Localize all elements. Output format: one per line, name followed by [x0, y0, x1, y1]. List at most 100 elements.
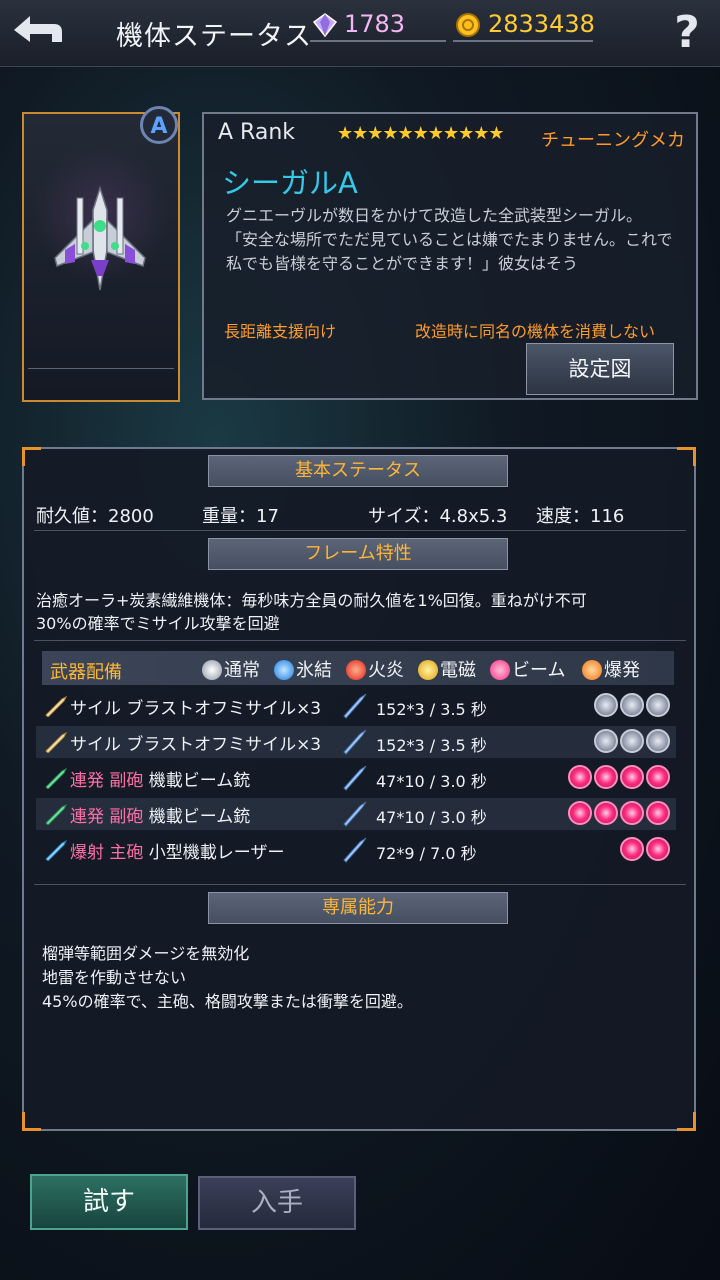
- card-divider: [28, 368, 174, 369]
- weapon-name: サイル ブラストオフミサイル×3: [70, 699, 322, 719]
- legend-ice: 氷結: [274, 656, 332, 682]
- frame-trait-line-2: 30%の確率でミサイル攻撃を回避: [36, 614, 280, 633]
- weapon-damage: 152*3 / 3.5 秒: [376, 736, 487, 755]
- beam-slot-icon: [568, 801, 592, 825]
- coin-count: 2833438: [488, 10, 595, 38]
- corner-br: [677, 1112, 696, 1131]
- missile-icon: [45, 695, 68, 717]
- beam-slot-icon: [620, 837, 644, 861]
- weapon-category: 爆射 主砲: [70, 843, 144, 863]
- weapon-slots: [618, 837, 670, 863]
- legend-explosive: 爆発: [582, 656, 640, 682]
- attack-icon: [343, 729, 367, 755]
- beam-slot-icon: [646, 765, 670, 789]
- attack-icon: [343, 693, 367, 719]
- legend-electro: 電磁: [418, 656, 476, 682]
- normal-type-icon: [202, 660, 222, 680]
- legend-label: ビーム: [512, 660, 566, 681]
- help-button[interactable]: ?: [664, 10, 710, 56]
- weapon-category: 連発 副砲: [70, 807, 144, 827]
- weapon-damage: 47*10 / 3.0 秒: [376, 772, 487, 791]
- blueprint-button[interactable]: 設定図: [526, 343, 674, 395]
- weapon-slots: [592, 693, 670, 719]
- attack-icon: [343, 765, 367, 791]
- rank-badge: A: [140, 106, 178, 144]
- upgrade-note-tag: 改造時に同名の機体を消費しない: [415, 322, 656, 341]
- weapon-row[interactable]: 連発 副砲 機載ビーム銃 47*10 / 3.0 秒: [36, 798, 676, 830]
- beam-type-icon: [490, 660, 510, 680]
- legend-label: 氷結: [296, 660, 332, 681]
- weapon-title: 小型機載レーザー: [143, 843, 285, 863]
- fire-type-icon: [346, 660, 366, 680]
- exclusive-line-1: 榴弾等範囲ダメージを無効化: [42, 944, 250, 963]
- weapon-damage: 47*10 / 3.0 秒: [376, 808, 487, 827]
- back-arrow-icon[interactable]: [6, 8, 66, 52]
- legend-label: 火炎: [368, 660, 404, 681]
- weapon-name: サイル ブラストオフミサイル×3: [70, 735, 322, 755]
- legend-normal: 通常: [202, 656, 260, 682]
- legend-fire: 火炎: [346, 656, 404, 682]
- weapon-damage: 152*3 / 3.5 秒: [376, 700, 487, 719]
- normal-slot-icon: [620, 729, 644, 753]
- corner-bl: [22, 1112, 41, 1131]
- weapon-row[interactable]: サイル ブラストオフミサイル×3 152*3 / 3.5 秒: [36, 690, 676, 722]
- divider: [34, 530, 686, 531]
- weapon-name: 連発 副砲 機載ビーム銃: [70, 802, 250, 827]
- basic-status-header: 基本ステータス: [208, 455, 508, 487]
- frame-trait-line-1: 治癒オーラ+炭素繊維機体：毎秒味方全員の耐久値を1%回復。重ねがけ不可: [36, 591, 587, 610]
- beam-slot-icon: [594, 801, 618, 825]
- unit-name: シーガルA: [222, 166, 358, 200]
- acquire-button[interactable]: 入手: [198, 1176, 356, 1230]
- try-button[interactable]: 試す: [30, 1174, 188, 1230]
- beam-slot-icon: [568, 765, 592, 789]
- explosive-type-icon: [582, 660, 602, 680]
- divider: [34, 884, 686, 885]
- beam-slot-icon: [646, 801, 670, 825]
- back-button[interactable]: [6, 8, 66, 52]
- rank-label: A Rank: [218, 120, 296, 145]
- corner-tr: [677, 447, 696, 466]
- legend-beam: ビーム: [490, 656, 565, 682]
- weapon-slots: [566, 801, 670, 827]
- tuning-label: チューニングメカ: [541, 130, 685, 151]
- corner-tl: [22, 447, 41, 466]
- normal-slot-icon: [646, 693, 670, 717]
- ice-type-icon: [274, 660, 294, 680]
- coin-underline: [453, 40, 593, 42]
- coin-icon: [455, 12, 481, 38]
- divider: [34, 640, 686, 641]
- weapon-row[interactable]: 爆射 主砲 小型機載レーザー 72*9 / 7.0 秒: [36, 834, 676, 866]
- attack-icon: [343, 837, 367, 863]
- unit-description: グニエーヴルが数日をかけて改造した全武装型シーガル。 「安全な場所でただ見ている…: [226, 206, 673, 273]
- laser-icon: [45, 839, 68, 861]
- page-title: 機体ステータス: [116, 21, 312, 52]
- weapon-title: 機載ビーム銃: [143, 807, 251, 827]
- beam-slot-icon: [646, 837, 670, 861]
- beam-slot-icon: [620, 765, 644, 789]
- size-stat: サイズ：4.8x5.3: [368, 506, 508, 527]
- weapon-title: 機載ビーム銃: [143, 771, 251, 791]
- speed-stat: 速度：116: [536, 506, 625, 527]
- normal-slot-icon: [594, 729, 618, 753]
- rapid-fire-icon: [45, 803, 68, 825]
- weapon-slots: [566, 765, 670, 791]
- weapon-row[interactable]: 連発 副砲 機載ビーム銃 47*10 / 3.0 秒: [36, 762, 676, 794]
- gem-count: 1783: [344, 10, 406, 38]
- exclusive-line-3: 45%の確率で、主砲、格闘攻撃または衝撃を回避。: [42, 992, 413, 1011]
- weapon-row[interactable]: サイル ブラストオフミサイル×3 152*3 / 3.5 秒: [36, 726, 676, 758]
- ship-icon: [45, 180, 155, 300]
- rapid-fire-icon: [45, 767, 68, 789]
- weight-stat: 重量：17: [202, 506, 279, 527]
- beam-slot-icon: [594, 765, 618, 789]
- attack-icon: [343, 801, 367, 827]
- gem-underline: [310, 40, 446, 42]
- exclusive-line-2: 地雷を作動させない: [42, 968, 187, 987]
- role-tag: 長距離支援向け: [224, 322, 337, 341]
- normal-slot-icon: [594, 693, 618, 717]
- beam-slot-icon: [620, 801, 644, 825]
- legend-label: 爆発: [604, 660, 640, 681]
- durability-stat: 耐久値：2800: [36, 506, 154, 527]
- star-rating: ★★★★★★★★★★★: [337, 123, 505, 144]
- weapon-category: 連発 副砲: [70, 771, 144, 791]
- gem-icon: [312, 12, 338, 38]
